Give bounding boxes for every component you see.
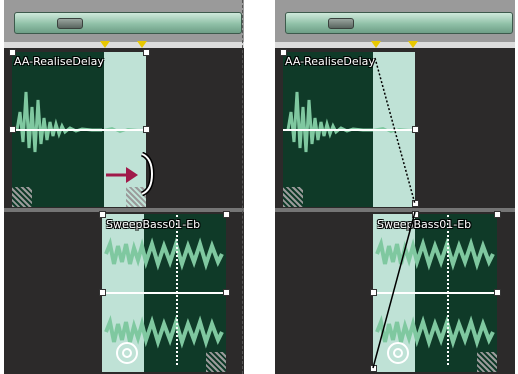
envelope-handle[interactable] [99,289,106,296]
envelope-handle[interactable] [223,289,230,296]
loop-icon[interactable] [116,342,138,364]
left-editor-panel: AA-RealiseDelay SweepBass01-Eb [4,0,244,374]
timeline-header [4,0,244,42]
clip-name-label: AA-RealiseDelay [14,55,104,68]
clip-name-label: SweepBass01-Eb [106,218,201,231]
right-editor-panel: AA-RealiseDelay SweepBass01-Eb [275,0,515,374]
clip-handle[interactable] [9,49,16,56]
marker-triangle-icon[interactable] [100,41,110,48]
crossfade-curves [372,57,416,369]
clip-handle[interactable] [99,211,106,218]
clip-sweepbass01-eb[interactable] [102,214,226,372]
panel-separator [242,0,243,374]
volume-envelope[interactable] [102,292,226,294]
clip-corner-hatch [206,352,226,372]
envelope-handle[interactable] [143,126,150,133]
clip-handle[interactable] [223,211,230,218]
clip-corner-hatch [12,187,32,207]
playhead-marker [176,215,178,365]
horizontal-scrollbar[interactable] [14,12,242,34]
volume-envelope[interactable] [12,129,146,131]
marker-triangle-icon[interactable] [137,41,147,48]
envelope-handle[interactable] [9,126,16,133]
scrollbar-thumb[interactable] [57,18,83,29]
clip-handle[interactable] [143,49,150,56]
trim-bracket-cursor-icon [140,152,155,196]
